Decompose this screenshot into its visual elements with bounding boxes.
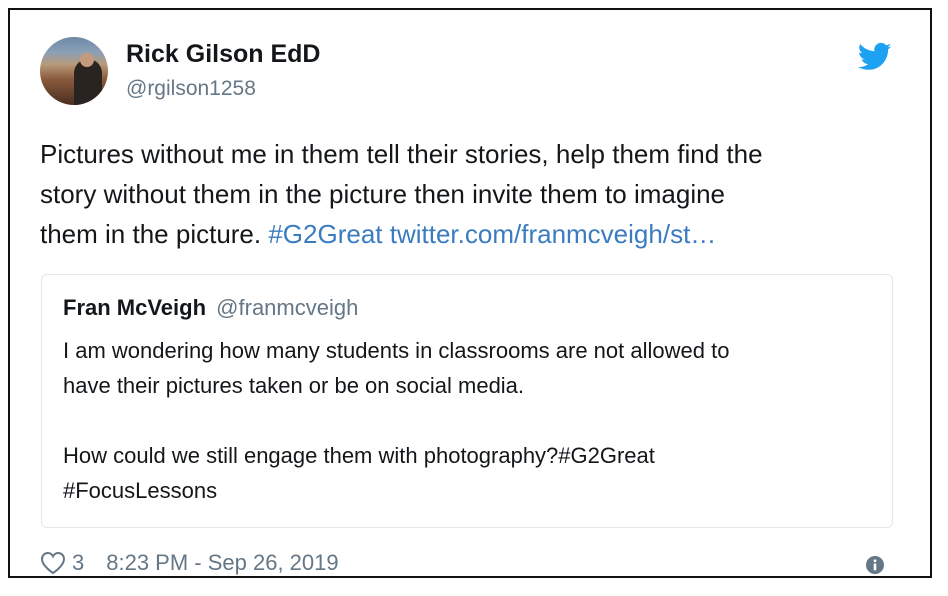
avatar[interactable] <box>40 37 108 105</box>
quoted-tweet-text: I am wondering how many students in clas… <box>63 333 873 508</box>
quoted-text-line: #FocusLessons <box>63 478 218 503</box>
quoted-tweet[interactable]: Fran McVeigh @franmcveigh I am wondering… <box>41 274 893 528</box>
avatar-head-shape <box>80 53 94 67</box>
quoted-text-line: have their pictures taken or be on socia… <box>63 373 525 398</box>
quoted-tweet-header: Fran McVeigh @franmcveigh <box>63 295 358 321</box>
tweet-card: Rick Gilson EdD @rgilson1258 Pictures wi… <box>8 8 932 578</box>
like-count[interactable]: 3 <box>72 550 84 576</box>
tweet-text-fragment: them in the picture. <box>40 219 269 249</box>
quoted-text-line: How could we still engage them with phot… <box>63 443 655 468</box>
quoted-author-handle[interactable]: @franmcveigh <box>216 295 358 320</box>
author-handle[interactable]: @rgilson1258 <box>126 77 256 101</box>
heart-icon[interactable] <box>40 551 66 575</box>
quoted-author-name[interactable]: Fran McVeigh <box>63 295 206 320</box>
author-display-name[interactable]: Rick Gilson EdD <box>126 40 320 69</box>
twitter-bird-icon[interactable] <box>858 42 892 72</box>
tweet-timestamp[interactable]: 8:23 PM - Sep 26, 2019 <box>106 550 338 576</box>
tweet-text-line: Pictures without me in them tell their s… <box>40 139 763 169</box>
quoted-tweet-link[interactable]: twitter.com/franmcveigh/st… <box>390 219 717 249</box>
tweet-footer: 3 8:23 PM - Sep 26, 2019 <box>40 548 339 578</box>
hashtag-link[interactable]: #G2Great <box>268 219 382 249</box>
tweet-text-line: story without them in the picture then i… <box>40 179 726 209</box>
info-icon[interactable] <box>866 556 884 574</box>
tweet-text: Pictures without me in them tell their s… <box>40 134 890 254</box>
tweet-text-line: them in the picture. #G2Great twitter.co… <box>40 214 890 254</box>
quoted-text-line: I am wondering how many students in clas… <box>63 338 730 363</box>
